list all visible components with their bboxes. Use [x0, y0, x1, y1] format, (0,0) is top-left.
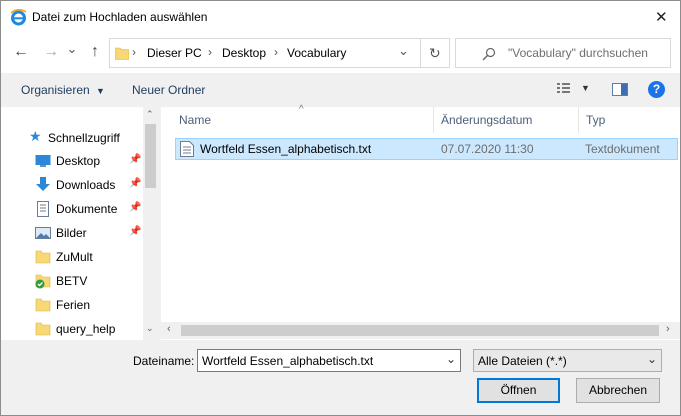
sidebar-item-label: Ferien	[56, 298, 91, 312]
window-title: Datei zum Hochladen auswählen	[32, 10, 208, 24]
filename-input[interactable]: Wortfeld Essen_alphabetisch.txt	[197, 349, 461, 372]
sidebar-item-betv[interactable]: BETV	[1, 269, 141, 293]
sidebar-item-label: Desktop	[56, 154, 101, 168]
file-dialog: Datei zum Hochladen auswählen ✕ ← → ⌄ ↑ …	[0, 0, 681, 416]
column-divider[interactable]	[433, 107, 434, 133]
new-folder-button[interactable]: Neuer Ordner	[132, 83, 205, 97]
search-placeholder: "Vocabulary" durchsuchen	[508, 46, 648, 60]
column-header-date[interactable]: Änderungsdatum	[441, 113, 532, 127]
pictures-icon	[35, 227, 51, 239]
file-name: Wortfeld Essen_alphabetisch.txt	[200, 142, 372, 156]
filename-value: Wortfeld Essen_alphabetisch.txt	[202, 354, 374, 368]
pin-icon: 📌	[129, 154, 142, 165]
cancel-button[interactable]: Abbrechen	[576, 378, 660, 403]
text-file-icon	[180, 141, 194, 157]
folder-synced-icon	[35, 274, 51, 289]
pin-icon: 📌	[129, 202, 142, 213]
navigation-scrollbar[interactable]: ⌃ ⌄	[143, 107, 158, 340]
file-type-value: Alle Dateien (*.*)	[478, 354, 567, 368]
address-dropdown-button[interactable]: ⌄	[398, 43, 409, 59]
scroll-left-icon[interactable]: ‹	[167, 323, 171, 335]
sidebar-item-documents[interactable]: Dokumente 📌	[1, 197, 141, 221]
command-bar: Organisieren ▼ Neuer Ordner ▼ ?	[1, 73, 680, 107]
scroll-up-icon[interactable]: ⌃	[146, 109, 154, 120]
column-header-type[interactable]: Typ	[586, 113, 605, 127]
sort-ascending-icon: ^	[299, 104, 304, 115]
table-row[interactable]: Wortfeld Essen_alphabetisch.txt 07.07.20…	[175, 138, 678, 160]
preview-pane-icon	[612, 83, 628, 96]
sidebar-item-ferien[interactable]: Ferien	[1, 293, 141, 317]
breadcrumb-vocabulary[interactable]: Vocabulary	[287, 46, 346, 60]
sidebar-item-label: Dokumente	[56, 202, 118, 216]
sidebar-item-label: ZuMult	[56, 250, 93, 264]
document-icon	[37, 201, 49, 217]
sidebar-item-label: Downloads	[56, 178, 116, 192]
sidebar-item-desktop[interactable]: Desktop 📌	[1, 149, 141, 173]
scrollbar-thumb[interactable]	[181, 325, 659, 336]
sidebar-item-quick-access[interactable]: ★ Schnellzugriff	[1, 125, 143, 149]
filename-history-dropdown[interactable]: ⌄	[446, 352, 456, 366]
scrollbar-thumb[interactable]	[145, 124, 156, 188]
dialog-footer: Dateiname: Wortfeld Essen_alphabetisch.t…	[1, 340, 680, 415]
sidebar-item-pictures[interactable]: Bilder 📌	[1, 221, 141, 245]
view-options-button[interactable]	[556, 81, 572, 98]
view-dropdown-icon[interactable]: ▼	[581, 83, 590, 93]
open-button[interactable]: Öffnen	[477, 378, 560, 403]
folder-icon	[115, 47, 129, 60]
column-header-name[interactable]: Name	[179, 113, 211, 127]
file-list: ^ Name Änderungsdatum Typ Wortfeld Essen…	[161, 104, 680, 340]
organize-label: Organisieren	[21, 83, 90, 97]
search-icon	[482, 47, 496, 61]
sidebar-item-label: Bilder	[56, 226, 87, 240]
internet-explorer-icon	[10, 9, 27, 26]
chevron-down-icon: ⌄	[647, 352, 658, 366]
file-date: 07.07.2020 11:30	[441, 142, 534, 156]
file-type-select[interactable]: Alle Dateien (*.*)	[473, 349, 662, 372]
star-icon: ★	[29, 128, 42, 144]
help-button[interactable]: ?	[648, 81, 665, 98]
breadcrumb-this-pc[interactable]: Dieser PC	[147, 46, 202, 60]
navigation-pane: ★ Schnellzugriff Desktop 📌 Downloads 📌 D…	[1, 107, 158, 340]
forward-button[interactable]: →	[41, 42, 61, 62]
breadcrumb-separator: ›	[208, 45, 212, 59]
details-view-icon	[557, 83, 570, 93]
search-box[interactable]: "Vocabulary" durchsuchen	[455, 38, 671, 68]
recent-locations-button[interactable]: ⌄	[62, 39, 82, 59]
file-type: Textdokument	[585, 142, 660, 156]
scroll-down-icon[interactable]: ⌄	[146, 323, 154, 334]
close-button[interactable]: ✕	[655, 8, 668, 26]
sidebar-item-query-help[interactable]: query_help	[1, 317, 141, 341]
address-bar[interactable]: › Dieser PC › Desktop › Vocabulary ⌄	[109, 38, 421, 68]
folder-icon	[35, 250, 51, 264]
download-icon	[36, 177, 50, 191]
sidebar-item-zumult[interactable]: ZuMult	[1, 245, 141, 269]
refresh-icon: ↻	[429, 45, 441, 61]
folder-icon	[35, 298, 51, 312]
caret-down-icon: ▼	[96, 86, 105, 96]
pin-icon: 📌	[129, 178, 142, 189]
breadcrumb-desktop[interactable]: Desktop	[222, 46, 266, 60]
column-divider[interactable]	[578, 107, 579, 133]
back-button[interactable]: ←	[11, 42, 31, 62]
organize-menu[interactable]: Organisieren ▼	[21, 83, 105, 97]
refresh-button[interactable]: ↻	[421, 38, 450, 68]
preview-pane-button[interactable]	[612, 83, 628, 99]
title-bar: Datei zum Hochladen auswählen ✕	[1, 1, 680, 33]
filename-label: Dateiname:	[133, 354, 195, 368]
sidebar-item-label: Schnellzugriff	[48, 131, 120, 145]
breadcrumb-separator: ›	[274, 45, 278, 59]
folder-icon	[35, 322, 51, 336]
breadcrumb-separator: ›	[132, 45, 136, 59]
sidebar-item-downloads[interactable]: Downloads 📌	[1, 173, 141, 197]
scroll-right-icon[interactable]: ›	[666, 323, 670, 335]
sidebar-item-label: query_help	[56, 322, 116, 336]
pin-icon: 📌	[129, 226, 142, 237]
sidebar-item-label: BETV	[56, 274, 88, 288]
up-button[interactable]: ↑	[85, 42, 105, 62]
desktop-icon	[35, 155, 51, 167]
file-list-scrollbar[interactable]: ‹ ›	[161, 322, 680, 339]
